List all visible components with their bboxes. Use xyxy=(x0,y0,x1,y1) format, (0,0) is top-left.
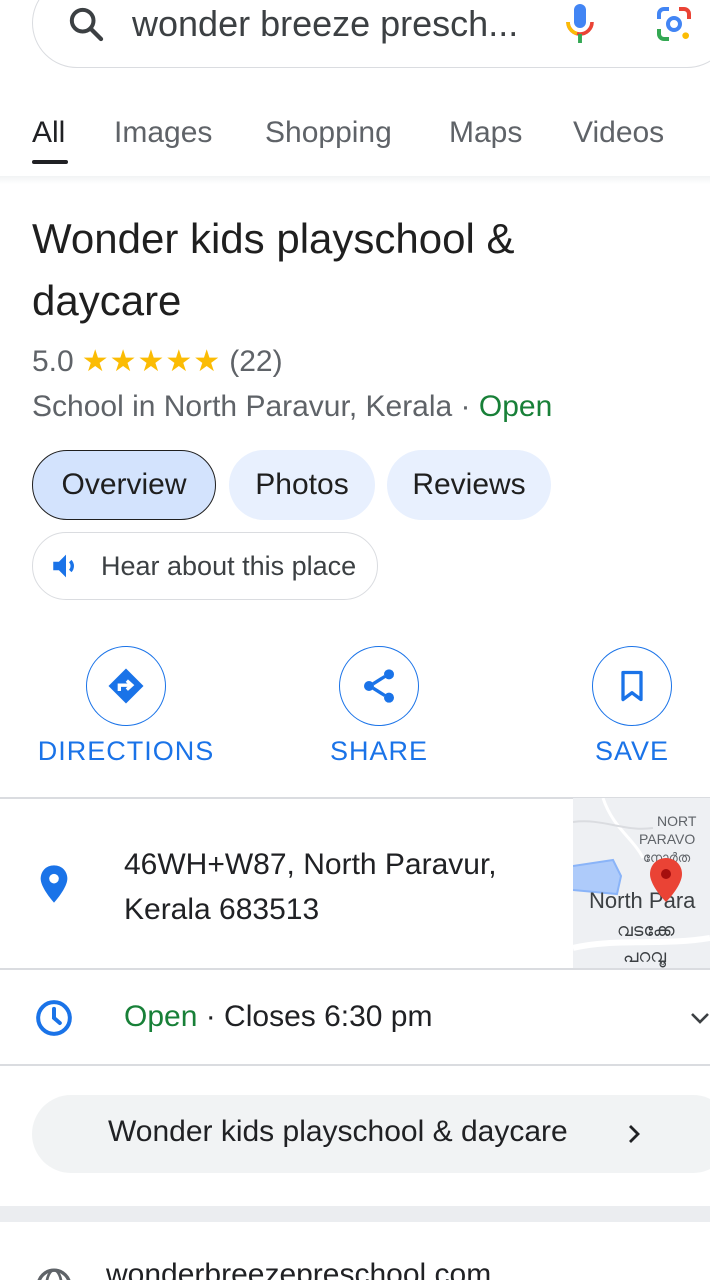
address-line-1: 46WH+W87, North Paravur, xyxy=(124,848,497,881)
tabs-divider xyxy=(0,176,710,184)
directions-label: DIRECTIONS xyxy=(37,736,215,766)
globe-icon xyxy=(37,1268,71,1280)
map-label-4: North Para xyxy=(589,888,696,913)
category-location: School in North Paravur, Kerala · Open xyxy=(32,390,552,424)
bookmark-icon xyxy=(621,670,643,702)
map-label-1: NORT xyxy=(657,813,697,829)
hours-row[interactable]: Open · Closes 6:30 pm xyxy=(124,1000,432,1034)
hear-about-button[interactable]: Hear about this place xyxy=(32,532,378,600)
hours-status: Open xyxy=(124,1000,198,1033)
share-circle xyxy=(339,646,419,726)
map-image: NORT PARAVO നോർത North Para വടക്കേ പറവൂ xyxy=(573,798,710,968)
lens-icon[interactable] xyxy=(654,4,694,44)
tab-videos[interactable]: Videos xyxy=(573,116,664,150)
directions-circle xyxy=(86,646,166,726)
active-tab-indicator xyxy=(32,160,68,164)
place-title: Wonder kids playschool & daycare xyxy=(32,215,515,324)
tab-images[interactable]: Images xyxy=(114,116,212,150)
divider xyxy=(0,968,710,970)
tab-all[interactable]: All xyxy=(32,116,65,150)
place-link-label: Wonder kids playschool & daycare xyxy=(108,1115,568,1148)
chevron-right-icon xyxy=(629,1125,640,1143)
chip-reviews[interactable]: Reviews xyxy=(387,450,551,520)
chip-overview[interactable]: Overview xyxy=(32,450,216,520)
search-tabs: All Images Shopping Maps Videos xyxy=(0,100,710,170)
divider xyxy=(0,1064,710,1066)
section-divider xyxy=(0,1206,710,1222)
mic-icon[interactable] xyxy=(562,2,598,48)
map-label-6: പറവൂ xyxy=(623,946,666,967)
category-text: School in North Paravur, Kerala · xyxy=(32,390,479,423)
share-label: SHARE xyxy=(329,736,429,766)
map-thumbnail[interactable]: NORT PARAVO നോർത North Para വടക്കേ പറവൂ xyxy=(573,798,710,968)
review-count: (22) xyxy=(229,344,283,378)
search-input[interactable]: wonder breeze presch... xyxy=(132,4,518,44)
map-label-5: വടക്കേ xyxy=(617,920,675,941)
save-circle xyxy=(592,646,672,726)
rating-row[interactable]: 5.0 ★★★★★ (22) xyxy=(32,344,283,379)
rating-value: 5.0 xyxy=(32,344,74,378)
search-icon[interactable] xyxy=(66,4,106,44)
address-line-2: Kerala 683513 xyxy=(124,893,320,926)
directions-button[interactable]: DIRECTIONS xyxy=(26,646,226,767)
place-link-button[interactable]: Wonder kids playschool & daycare xyxy=(32,1095,710,1173)
map-label-2: PARAVO xyxy=(639,831,695,847)
share-icon xyxy=(364,669,394,703)
speaker-icon xyxy=(53,554,74,578)
share-button[interactable]: SHARE xyxy=(279,646,479,767)
location-pin-icon xyxy=(40,865,68,903)
website-link[interactable]: wonderbreezepreschool.com xyxy=(106,1258,491,1280)
chip-photos[interactable]: Photos xyxy=(229,450,375,520)
save-button[interactable]: SAVE xyxy=(532,646,710,767)
tab-maps[interactable]: Maps xyxy=(449,116,522,150)
rating-stars: ★★★★★ xyxy=(81,345,222,378)
chevron-down-icon[interactable] xyxy=(688,1006,710,1030)
save-label: SAVE xyxy=(594,736,670,766)
open-status: Open xyxy=(478,390,553,423)
clock-icon xyxy=(36,1000,72,1036)
hear-about-label: Hear about this place xyxy=(101,550,357,581)
tab-shopping[interactable]: Shopping xyxy=(265,116,392,150)
hours-detail: · Closes 6:30 pm xyxy=(197,1000,433,1033)
address[interactable]: 46WH+W87, North Paravur, Kerala 683513 xyxy=(124,842,544,932)
directions-icon xyxy=(108,668,144,704)
